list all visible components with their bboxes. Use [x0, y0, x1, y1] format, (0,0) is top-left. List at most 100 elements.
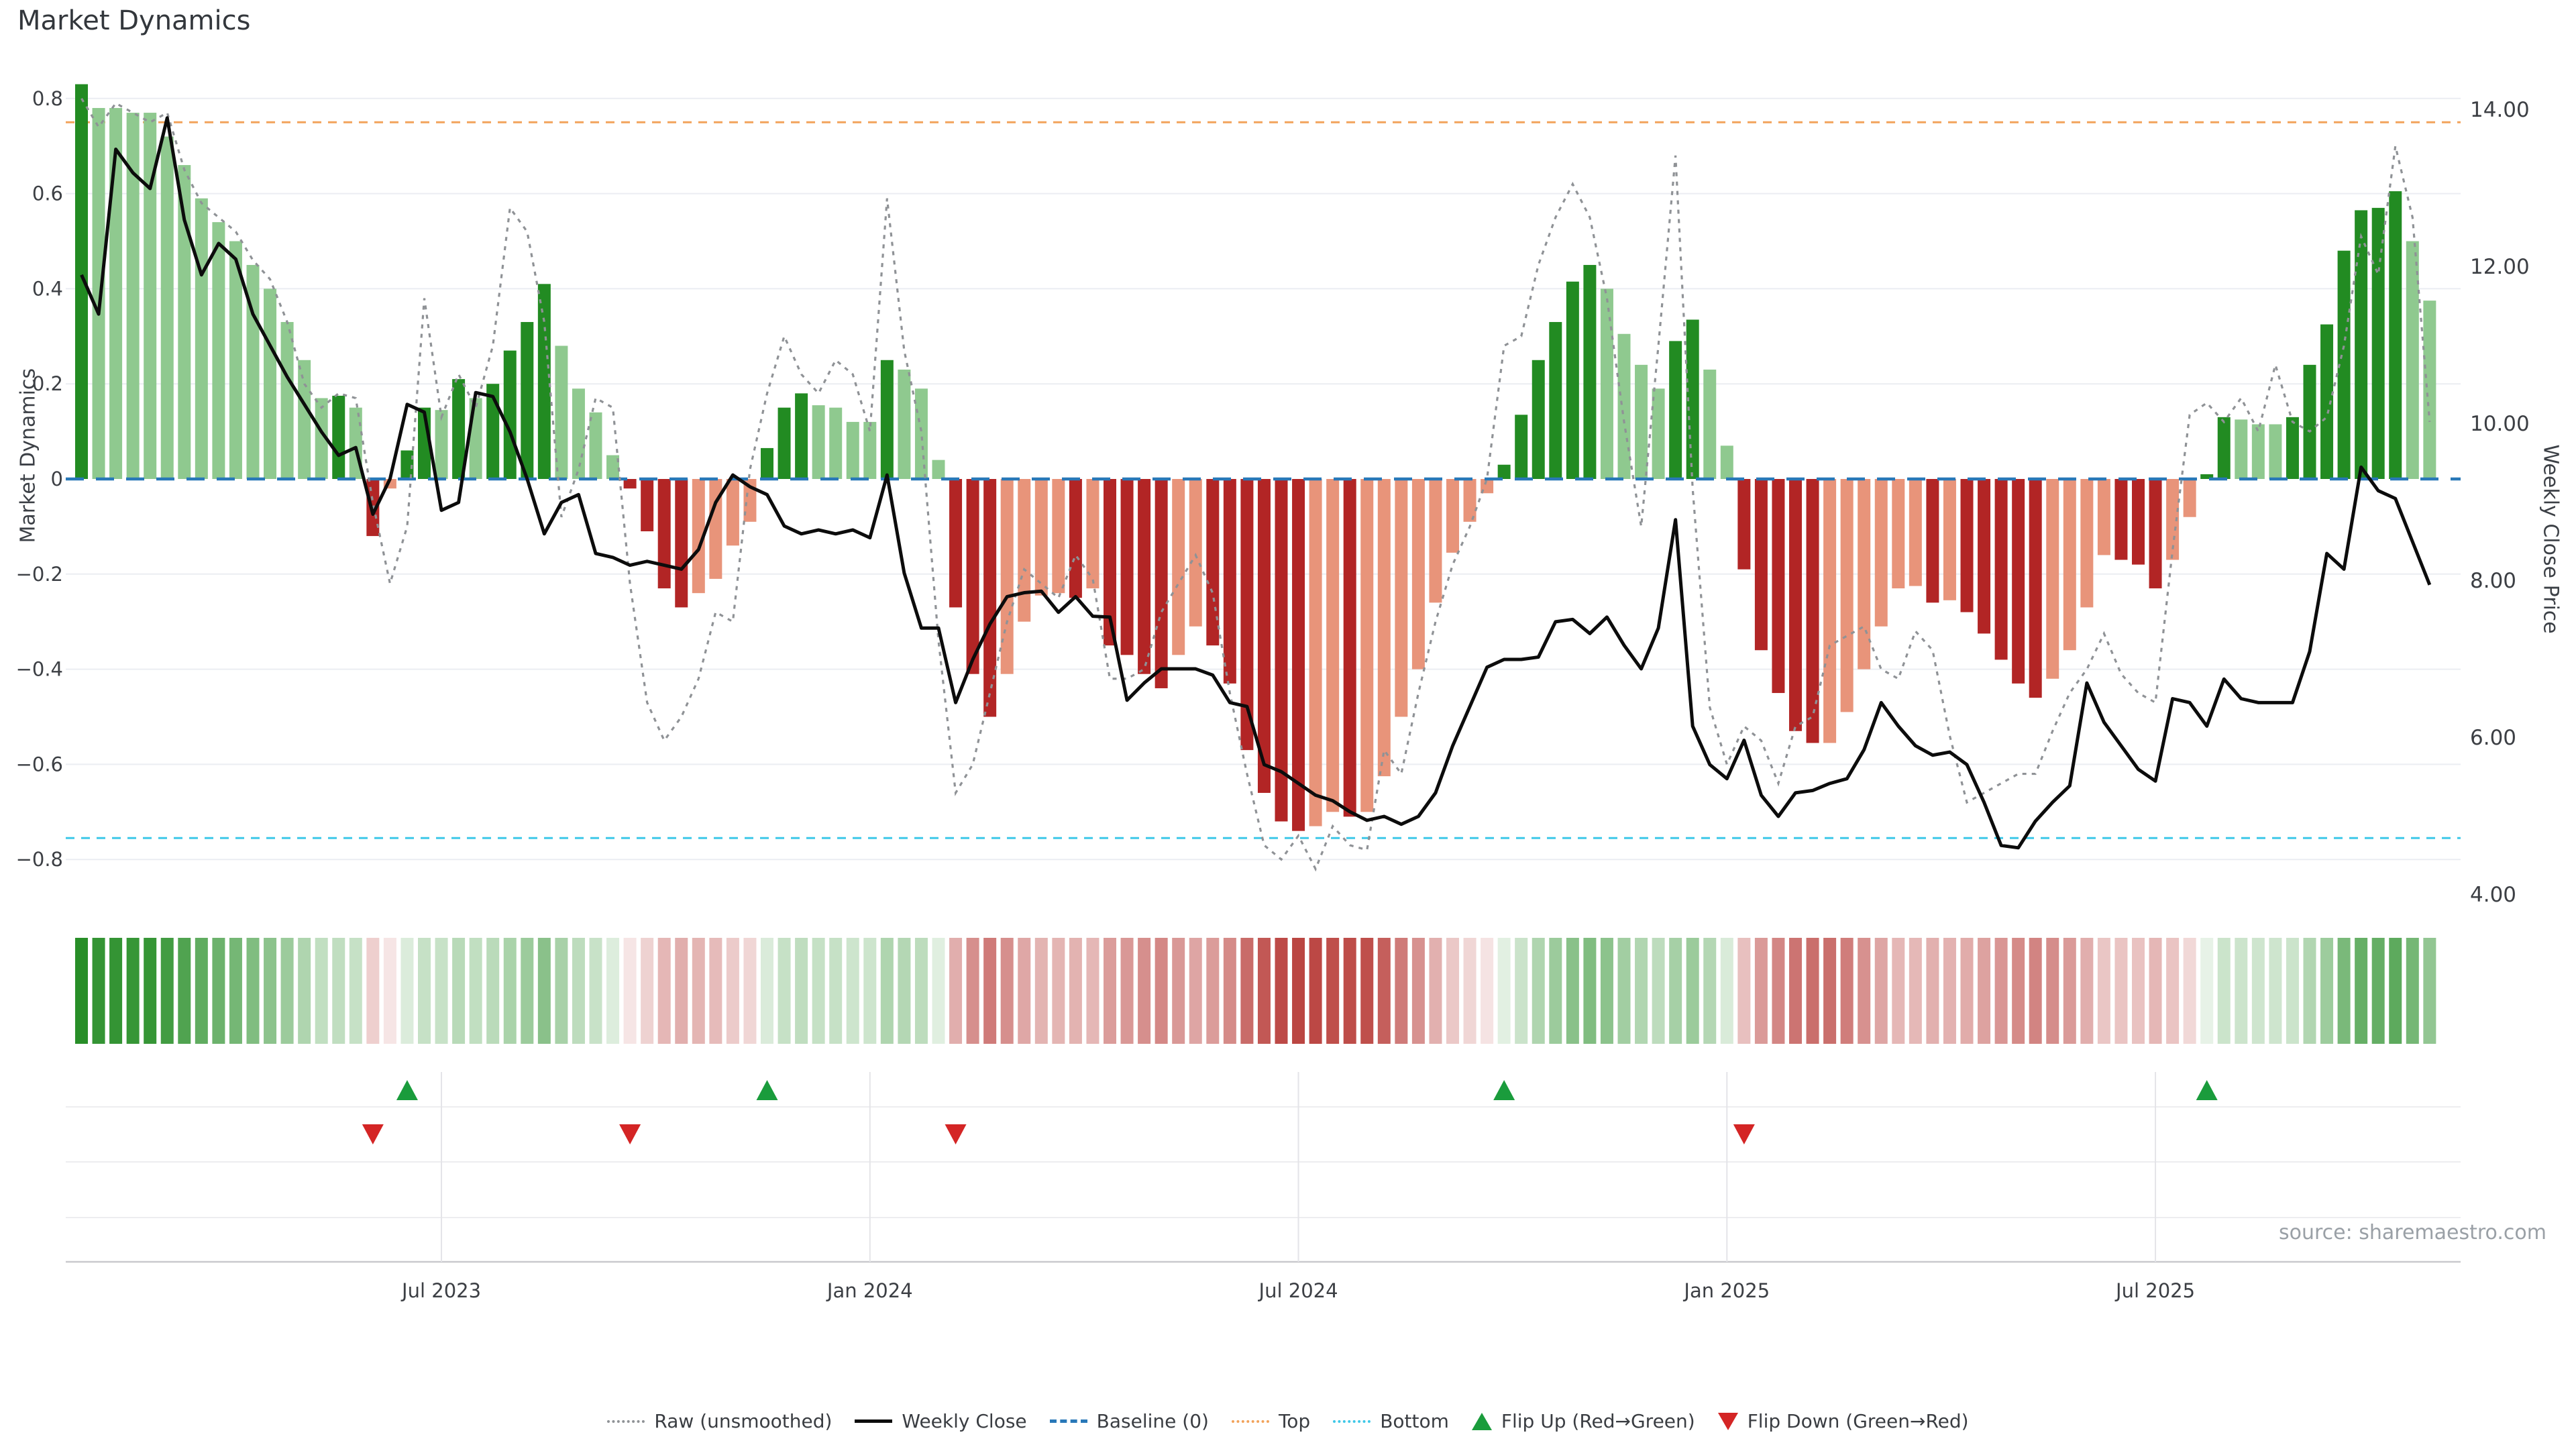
weekly-close-line: [82, 118, 2430, 848]
dynamics-bar: [778, 408, 791, 479]
dynamics-bar: [1206, 479, 1219, 645]
heatmap-cell: [2252, 938, 2265, 1044]
heatmap-cell: [641, 938, 653, 1044]
dynamics-bar: [504, 351, 517, 479]
heatmap-cell: [658, 938, 671, 1044]
x-axis-tick: Jan 2024: [826, 1279, 913, 1302]
heatmap-cell: [1823, 938, 1836, 1044]
dynamics-bar: [1858, 479, 1870, 669]
heatmap-cell: [1035, 938, 1048, 1044]
baseline-legend-glyph: [1050, 1419, 1087, 1423]
heatmap-cell: [606, 938, 619, 1044]
heatmap-cell: [812, 938, 825, 1044]
dynamics-bar: [1961, 479, 1974, 612]
heatmap-cell: [590, 938, 602, 1044]
heatmap-cell: [1961, 938, 1974, 1044]
heatmap-cell: [1515, 938, 1527, 1044]
dynamics-bar: [1618, 334, 1631, 479]
heatmap-cell: [1155, 938, 1168, 1044]
heatmap-cell: [1378, 938, 1391, 1044]
dynamics-bar: [1309, 479, 1322, 826]
right-axis-tick: 10.00: [2470, 412, 2530, 436]
heatmap-cell: [2304, 938, 2316, 1044]
flip-down-marker: [362, 1124, 384, 1144]
main-chart: 0.80.60.40.20−0.2−0.4−0.6−0.814.0012.001…: [0, 0, 2576, 1449]
heatmap-cell: [795, 938, 808, 1044]
heatmap-cell: [1326, 938, 1339, 1044]
heatmap-cell: [1172, 938, 1185, 1044]
x-axis-tick: Jan 2025: [1682, 1279, 1770, 1302]
heatmap-cell: [1618, 938, 1631, 1044]
right-axis-tick: 12.00: [2470, 255, 2530, 279]
heatmap-cell: [2235, 938, 2247, 1044]
dynamics-bar: [2286, 417, 2299, 479]
heatmap-cell: [898, 938, 910, 1044]
right-axis-tick: 4.00: [2470, 883, 2516, 907]
heatmap-cell: [778, 938, 791, 1044]
dynamics-bar: [1515, 415, 1527, 479]
x-axis-tick: Jul 2024: [1258, 1279, 1338, 1302]
raw-legend-glyph: [607, 1420, 645, 1423]
dynamics-bar: [1807, 479, 1819, 743]
raw-line: [82, 99, 2430, 869]
dynamics-bar: [1052, 479, 1065, 593]
dynamics-bar: [1360, 479, 1373, 812]
dynamics-bar: [2269, 424, 2282, 479]
heatmap-cell: [1344, 938, 1356, 1044]
dynamics-bar: [590, 413, 602, 479]
dynamics-bar: [1532, 360, 1545, 479]
heatmap-cell: [2046, 938, 2059, 1044]
heatmap-cell: [1858, 938, 1870, 1044]
left-axis-tick: 0.6: [32, 182, 63, 205]
dynamics-bar: [1378, 479, 1391, 776]
heatmap-cell: [1721, 938, 1733, 1044]
heatmap-cell: [452, 938, 465, 1044]
top-legend-glyph: [1232, 1420, 1269, 1423]
heatmap-cell: [366, 938, 379, 1044]
heatmap-cell: [932, 938, 945, 1044]
dynamics-bar: [2132, 479, 2145, 565]
dynamics-bar: [93, 108, 105, 479]
heatmap-cell: [2149, 938, 2162, 1044]
dynamics-bar: [1069, 479, 1082, 598]
flip-up-marker: [396, 1080, 418, 1100]
heatmap-cell: [212, 938, 225, 1044]
heatmap-cell: [2320, 938, 2333, 1044]
dynamics-bar: [1721, 445, 1733, 479]
heatmap-cell: [332, 938, 345, 1044]
heatmap-cell: [1018, 938, 1030, 1044]
heatmap-cell: [1360, 938, 1373, 1044]
heatmap-cell: [298, 938, 311, 1044]
dynamics-bar: [2098, 479, 2110, 555]
legend-item-label: Baseline (0): [1097, 1410, 1209, 1432]
heatmap-cell: [144, 938, 156, 1044]
heatmap-cell: [2114, 938, 2127, 1044]
dynamics-bar: [1601, 288, 1613, 479]
heatmap-cell: [1224, 938, 1236, 1044]
dynamics-bar: [1755, 479, 1768, 650]
heatmap-cell: [470, 938, 482, 1044]
heatmap-cell: [743, 938, 756, 1044]
heatmap-cell: [2132, 938, 2145, 1044]
dynamics-bar: [949, 479, 962, 607]
heatmap-cell: [1789, 938, 1802, 1044]
heatmap-cell: [2406, 938, 2419, 1044]
legend-item-raw: Raw (unsmoothed): [607, 1410, 832, 1432]
heatmap-cell: [418, 938, 431, 1044]
dynamics-bar: [1018, 479, 1030, 622]
dynamics-bar: [1464, 479, 1477, 522]
heatmap-cell: [1086, 938, 1099, 1044]
heatmap-cell: [195, 938, 208, 1044]
heatmap-cell: [1772, 938, 1784, 1044]
heatmap-cell: [1943, 938, 1956, 1044]
dynamics-bar: [1326, 479, 1339, 812]
dynamics-bar: [521, 322, 533, 479]
dynamics-bar: [1789, 479, 1802, 731]
heatmap-cell: [967, 938, 979, 1044]
heatmap-cell: [1309, 938, 1322, 1044]
heatmap-cell: [761, 938, 773, 1044]
dynamics-bar: [1549, 322, 1562, 479]
dynamics-bar: [2046, 479, 2059, 679]
heatmap-cell: [847, 938, 859, 1044]
dynamics-bar: [1978, 479, 1990, 633]
